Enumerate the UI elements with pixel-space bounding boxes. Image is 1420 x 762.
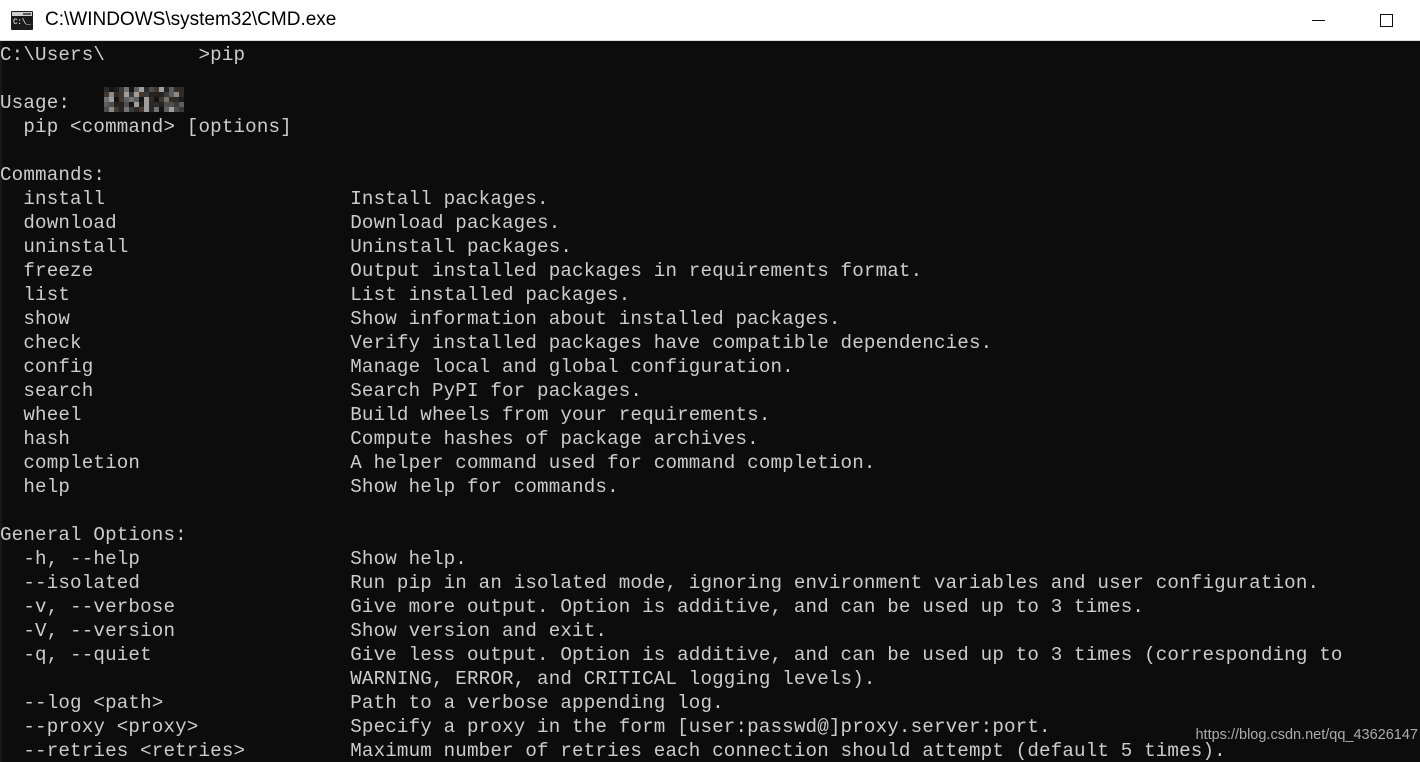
maximize-button[interactable] xyxy=(1352,0,1420,40)
cmd-icon: C:\_ xyxy=(11,10,33,30)
title-bar[interactable]: C:\_ C:\WINDOWS\system32\CMD.exe xyxy=(0,0,1420,41)
minimize-icon xyxy=(1311,19,1325,21)
console-text: C:\Users\ >pip Usage: pip <command> [opt… xyxy=(0,44,1343,762)
csdn-watermark: https://blog.csdn.net/qq_43626147 xyxy=(1195,727,1418,743)
maximize-icon xyxy=(1379,13,1393,27)
window-title: C:\WINDOWS\system32\CMD.exe xyxy=(45,9,337,30)
title-bar-left: C:\_ C:\WINDOWS\system32\CMD.exe xyxy=(0,9,1284,31)
window-controls xyxy=(1284,0,1420,40)
minimize-button[interactable] xyxy=(1284,0,1352,40)
cmd-window: C:\_ C:\WINDOWS\system32\CMD.exe C:\User… xyxy=(0,0,1420,762)
cmd-icon-text: C:\_ xyxy=(12,16,32,29)
console-output-area[interactable]: C:\Users\ >pip Usage: pip <command> [opt… xyxy=(0,41,1420,762)
